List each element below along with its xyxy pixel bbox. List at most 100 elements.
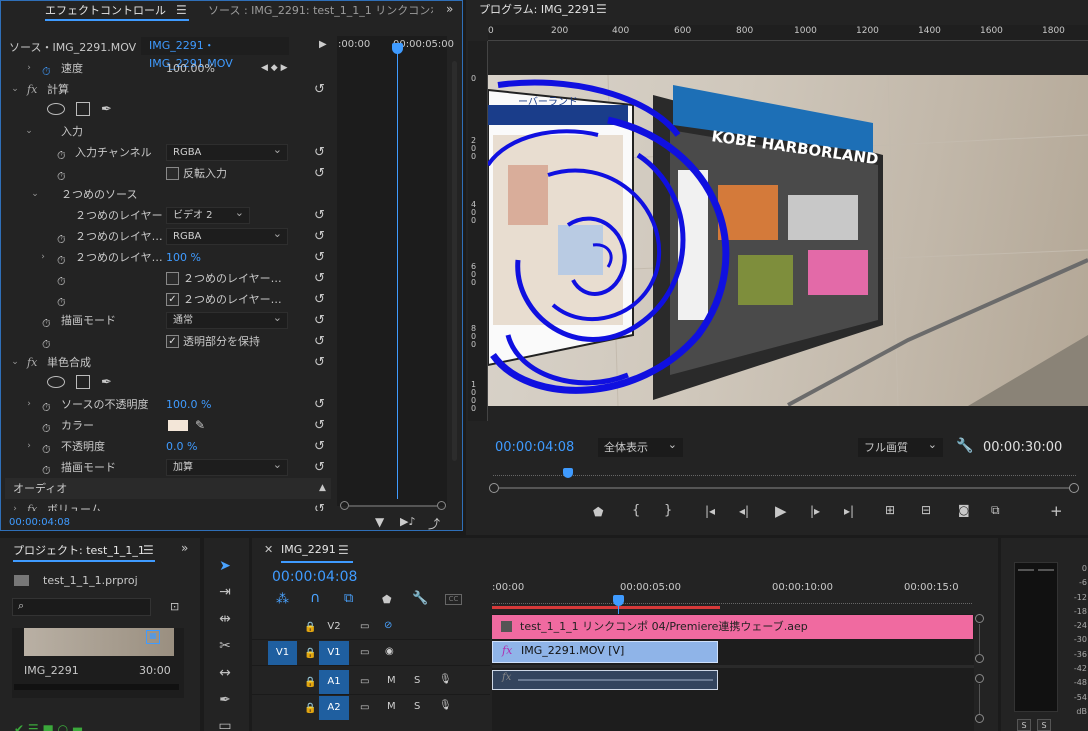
invert-input-checkbox[interactable] <box>166 167 179 180</box>
reset-icon[interactable]: ↺ <box>314 331 325 352</box>
clip-thumbnail[interactable]: ▦ IMG_2291 30:00 <box>12 628 184 698</box>
collapse-icon[interactable]: ⌄ <box>9 352 21 373</box>
sync-lock-icon[interactable]: ▭ <box>360 647 369 658</box>
go-to-out-icon[interactable]: ▸| <box>844 504 854 518</box>
add-marker-icon[interactable]: ⬟ <box>593 505 603 519</box>
quality-dropdown[interactable]: フル画質 ⌄ <box>858 438 943 457</box>
program-title[interactable]: プログラム: IMG_2291 <box>479 0 596 20</box>
mic-icon[interactable]: 🎙 <box>439 674 452 685</box>
track-a2-label[interactable]: A2 <box>319 696 349 720</box>
eyedropper-icon[interactable]: ✎ <box>195 415 205 436</box>
tab-source[interactable]: ソース : IMG_2291: test_1_1_1 リンクコンポ ( <box>208 1 433 21</box>
mark-out-icon[interactable]: } <box>664 503 672 518</box>
video-frame[interactable]: ーバーランド KOBE HARBORLAND <box>488 75 1088 406</box>
expand-icon[interactable]: › <box>37 247 49 268</box>
audio-play-icon[interactable]: ▶♪ <box>400 515 415 528</box>
stopwatch-icon[interactable]: ⏱ <box>57 229 71 246</box>
search-input[interactable]: ⌕ <box>12 598 151 616</box>
program-timecode[interactable]: 00:00:04:08 <box>495 440 574 455</box>
v-scroll-top[interactable] <box>975 614 984 623</box>
reset-icon[interactable]: ↺ <box>314 415 325 436</box>
rect-mask-icon[interactable] <box>76 375 90 389</box>
mute-button[interactable]: M <box>387 675 396 686</box>
second-layer-select[interactable]: ビデオ 2 <box>166 205 250 224</box>
expand-icon[interactable]: › <box>23 394 35 415</box>
lock-icon[interactable]: 🔒 <box>304 703 316 714</box>
stopwatch-icon[interactable]: ⏱ <box>57 271 71 288</box>
clip-a1[interactable]: fx <box>492 670 718 690</box>
a-scroll-bottom[interactable] <box>975 714 984 723</box>
pen-tool-icon[interactable]: ✒ <box>211 688 239 712</box>
track-select-tool-icon[interactable]: ⇥ <box>211 580 239 604</box>
timeline-tab[interactable]: IMG_2291 <box>281 543 336 556</box>
ec-scrollbar[interactable] <box>452 61 457 461</box>
stopwatch-icon[interactable]: ⏱ <box>42 61 56 78</box>
stopwatch-icon[interactable]: ⏱ <box>42 397 56 414</box>
step-back-icon[interactable]: ◂| <box>739 504 749 518</box>
collapse-icon[interactable]: ⌄ <box>23 121 35 142</box>
reset-icon[interactable]: ↺ <box>314 205 325 226</box>
go-to-in-icon[interactable]: |◂ <box>705 504 715 518</box>
ellipse-mask-icon[interactable] <box>47 103 65 115</box>
opacity-value[interactable]: 0.0 % <box>166 436 197 457</box>
selection-tool-icon[interactable]: ➤ <box>211 554 239 578</box>
clip-v1[interactable]: fx IMG_2291.MOV [V] <box>492 641 718 663</box>
reset-icon[interactable]: ↺ <box>314 310 325 331</box>
source-opacity-value[interactable]: 100.0 % <box>166 394 211 415</box>
solo-button[interactable]: S <box>414 675 420 686</box>
stopwatch-icon[interactable]: ⏱ <box>42 313 56 330</box>
lift-icon[interactable]: ⊞ <box>885 503 895 517</box>
ec-zoom-bar[interactable] <box>349 505 437 507</box>
expand-icon[interactable]: › <box>23 58 35 79</box>
work-area-bar[interactable] <box>492 606 720 609</box>
reset-icon[interactable]: ↺ <box>314 394 325 415</box>
clip-v2[interactable]: test_1_1_1 リンクコンポ 04/Premiere連携ウェーブ.aep <box>492 615 973 639</box>
new-bin-icon[interactable]: ⊡ <box>170 600 179 613</box>
second-layer-channel-select[interactable]: RGBA <box>166 226 288 245</box>
zoom-handle-right[interactable] <box>1069 483 1079 493</box>
play-only-icon[interactable]: ▶ <box>319 39 327 50</box>
track-v1-label[interactable]: V1 <box>319 641 349 665</box>
filter-icon[interactable]: ▼ <box>375 515 384 529</box>
mark-in-icon[interactable]: { <box>632 503 640 518</box>
second-layer-checkbox-2[interactable]: ✓ <box>166 293 179 306</box>
ec-zoom-handle-left[interactable] <box>340 501 349 510</box>
ellipse-mask-icon[interactable] <box>47 376 65 388</box>
fit-dropdown[interactable]: 全体表示 ⌄ <box>598 438 683 457</box>
lock-icon[interactable]: 🔒 <box>304 648 316 659</box>
collapse-icon[interactable]: ⌄ <box>9 79 21 100</box>
pen-mask-icon[interactable]: ✒ <box>101 372 112 393</box>
solo-right-button[interactable]: S <box>1037 719 1051 731</box>
razor-tool-icon[interactable]: ✂ <box>211 634 239 658</box>
step-forward-icon[interactable]: |▸ <box>810 504 820 518</box>
reset-icon[interactable]: ↺ <box>314 289 325 310</box>
captions-icon[interactable]: CC <box>445 594 462 605</box>
timeline-ruler[interactable]: :00:00 00:00:05:00 00:00:10:00 00:00:15:… <box>492 578 972 610</box>
reset-icon[interactable]: ↺ <box>314 142 325 163</box>
color-swatch[interactable] <box>168 420 188 431</box>
scrubber-playhead[interactable] <box>563 468 573 478</box>
reset-icon[interactable]: ↺ <box>314 268 325 289</box>
sync-lock-icon[interactable]: ▭ <box>360 702 369 713</box>
reset-icon[interactable]: ↺ <box>314 79 325 100</box>
preserve-alpha-checkbox[interactable]: ✓ <box>166 335 179 348</box>
compare-view-icon[interactable]: ⧉ <box>991 503 1000 518</box>
second-layer-opacity-value[interactable]: 100 % <box>166 247 201 268</box>
camera-icon[interactable]: ◙ <box>958 503 970 517</box>
menu-icon[interactable]: ☰ <box>596 2 607 16</box>
tab-effect-controls[interactable]: エフェクトコントロール <box>45 1 166 21</box>
stopwatch-icon[interactable]: ⏱ <box>42 439 56 456</box>
second-layer-checkbox-1[interactable] <box>166 272 179 285</box>
timeline-timecode[interactable]: 00:00:04:08 <box>272 569 357 585</box>
sync-lock-icon[interactable]: ▭ <box>360 621 369 632</box>
v-scroll-track[interactable] <box>979 624 980 654</box>
ripple-edit-tool-icon[interactable]: ⇹ <box>211 607 239 631</box>
add-marker-icon[interactable]: ⬟ <box>382 593 392 606</box>
scrubber-ruler[interactable] <box>493 468 1076 476</box>
mute-button[interactable]: M <box>387 701 396 712</box>
sync-lock-icon[interactable]: ▭ <box>360 676 369 687</box>
clip-dropdown[interactable]: IMG_2291・IMG_2291.MOV <box>141 37 289 70</box>
a-scroll-track[interactable] <box>979 684 980 714</box>
zoom-handle-left[interactable] <box>489 483 499 493</box>
reset-icon[interactable]: ↺ <box>314 457 325 478</box>
